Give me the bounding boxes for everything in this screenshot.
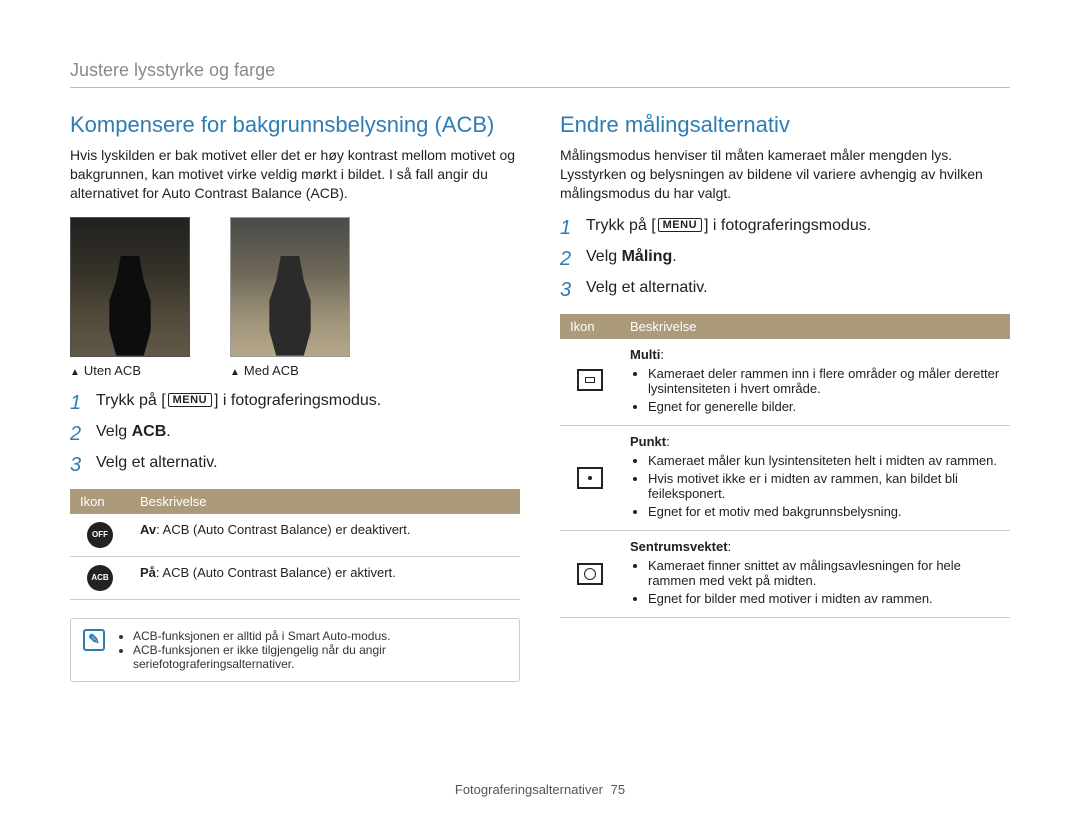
step-text: Velg et alternativ. xyxy=(586,279,708,297)
icon-cell: OFF xyxy=(70,514,130,557)
step-number: 2 xyxy=(560,248,576,271)
step-text: Velg ACB. xyxy=(96,423,171,441)
metering-steps: 1 Trykk på [MENU] i fotograferingsmodus.… xyxy=(560,217,1010,302)
bullet: Kameraet måler kun lysintensiteten helt … xyxy=(648,453,1000,468)
step-number: 1 xyxy=(560,217,576,240)
caption-without-acb: Uten ACB xyxy=(70,363,190,378)
step-text: Velg Måling. xyxy=(586,248,677,266)
icon-cell xyxy=(560,339,620,426)
metering-center-icon xyxy=(577,563,603,585)
metering-options-table: Ikon Beskrivelse Multi: Kameraet deler r… xyxy=(560,314,1010,618)
page: Justere lysstyrke og farge Kompensere fo… xyxy=(0,0,1080,815)
photo-without-acb xyxy=(70,217,190,357)
bullet-list: Kameraet finner snittet av målingsavlesn… xyxy=(630,558,1000,606)
step-text: Trykk på [MENU] i fotograferingsmodus. xyxy=(96,392,381,410)
table-row: Punkt: Kameraet måler kun lysintensitete… xyxy=(560,425,1010,530)
step-number: 2 xyxy=(70,423,86,446)
step-1: 1 Trykk på [MENU] i fotograferingsmodus. xyxy=(560,217,1010,240)
metering-multi-icon xyxy=(577,369,603,391)
note-item: ACB-funksjonen er alltid på i Smart Auto… xyxy=(133,629,507,643)
step-3: 3 Velg et alternativ. xyxy=(70,454,520,477)
table-row: Sentrumsvektet: Kameraet finner snittet … xyxy=(560,530,1010,617)
left-column: Kompensere for bakgrunnsbelysning (ACB) … xyxy=(70,112,520,682)
photo-without-acb-wrap: Uten ACB xyxy=(70,217,190,378)
bullet: Egnet for bilder med motiver i midten av… xyxy=(648,591,1000,606)
step-number: 1 xyxy=(70,392,86,415)
step-number: 3 xyxy=(560,279,576,302)
header-icon: Ikon xyxy=(70,489,130,514)
acb-heading: Kompensere for bakgrunnsbelysning (ACB) xyxy=(70,112,520,138)
note-item: ACB-funksjonen er ikke tilgjengelig når … xyxy=(133,643,507,671)
metering-paragraph: Målingsmodus henviser til måten kameraet… xyxy=(560,146,1010,203)
bullet: Egnet for et motiv med bakgrunnsbelysnin… xyxy=(648,504,1000,519)
step-text: Velg et alternativ. xyxy=(96,454,218,472)
metering-heading: Endre målingsalternativ xyxy=(560,112,1010,138)
step-2: 2 Velg ACB. xyxy=(70,423,520,446)
bullet-list: Kameraet måler kun lysintensiteten helt … xyxy=(630,453,1000,519)
note-box: ✎ ACB-funksjonen er alltid på i Smart Au… xyxy=(70,618,520,682)
table-row: OFF Av: ACB (Auto Contrast Balance) er d… xyxy=(70,514,520,557)
right-column: Endre målingsalternativ Målingsmodus hen… xyxy=(560,112,1010,682)
header-desc: Beskrivelse xyxy=(130,489,520,514)
header-icon: Ikon xyxy=(560,314,620,339)
step-3: 3 Velg et alternativ. xyxy=(560,279,1010,302)
bullet: Kameraet finner snittet av målingsavlesn… xyxy=(648,558,1000,588)
step-number: 3 xyxy=(70,454,86,477)
caption-text: Med ACB xyxy=(244,363,299,378)
note-icon: ✎ xyxy=(83,629,105,651)
metering-spot-icon xyxy=(577,467,603,489)
acb-options-table: Ikon Beskrivelse OFF Av: ACB (Auto Contr… xyxy=(70,489,520,600)
step-1: 1 Trykk på [MENU] i fotograferingsmodus. xyxy=(70,392,520,415)
desc-cell: Punkt: Kameraet måler kun lysintensitete… xyxy=(620,425,1010,530)
menu-icon: MENU xyxy=(658,218,702,232)
page-number: 75 xyxy=(611,782,625,797)
footer-section: Fotograferingsalternativer xyxy=(455,782,603,797)
note-list: ACB-funksjonen er alltid på i Smart Auto… xyxy=(117,629,507,671)
photo-comparison: Uten ACB Med ACB xyxy=(70,217,520,378)
bullet: Egnet for generelle bilder. xyxy=(648,399,1000,414)
table-row: ACB På: ACB (Auto Contrast Balance) er a… xyxy=(70,556,520,599)
photo-with-acb-wrap: Med ACB xyxy=(230,217,350,378)
acb-on-icon: ACB xyxy=(87,565,113,591)
step-2: 2 Velg Måling. xyxy=(560,248,1010,271)
icon-cell xyxy=(560,530,620,617)
table-header-row: Ikon Beskrivelse xyxy=(560,314,1010,339)
menu-icon: MENU xyxy=(168,393,212,407)
desc-cell: På: ACB (Auto Contrast Balance) er aktiv… xyxy=(130,556,520,599)
breadcrumb: Justere lysstyrke og farge xyxy=(70,60,1010,81)
desc-cell: Sentrumsvektet: Kameraet finner snittet … xyxy=(620,530,1010,617)
page-footer: Fotograferingsalternativer 75 xyxy=(0,782,1080,797)
header-desc: Beskrivelse xyxy=(620,314,1010,339)
desc-cell: Multi: Kameraet deler rammen inn i flere… xyxy=(620,339,1010,426)
bullet: Kameraet deler rammen inn i flere område… xyxy=(648,366,1000,396)
table-row: Multi: Kameraet deler rammen inn i flere… xyxy=(560,339,1010,426)
caption-with-acb: Med ACB xyxy=(230,363,350,378)
photo-with-acb xyxy=(230,217,350,357)
step-text: Trykk på [MENU] i fotograferingsmodus. xyxy=(586,217,871,235)
acb-paragraph: Hvis lyskilden er bak motivet eller det … xyxy=(70,146,520,203)
acb-off-icon: OFF xyxy=(87,522,113,548)
icon-cell xyxy=(560,425,620,530)
acb-steps: 1 Trykk på [MENU] i fotograferingsmodus.… xyxy=(70,392,520,477)
caption-text: Uten ACB xyxy=(84,363,141,378)
bullet: Hvis motivet ikke er i midten av rammen,… xyxy=(648,471,1000,501)
triangle-icon xyxy=(230,363,240,378)
icon-cell: ACB xyxy=(70,556,130,599)
divider xyxy=(70,87,1010,88)
triangle-icon xyxy=(70,363,80,378)
table-header-row: Ikon Beskrivelse xyxy=(70,489,520,514)
desc-cell: Av: ACB (Auto Contrast Balance) er deakt… xyxy=(130,514,520,557)
bullet-list: Kameraet deler rammen inn i flere område… xyxy=(630,366,1000,414)
two-column-layout: Kompensere for bakgrunnsbelysning (ACB) … xyxy=(70,112,1010,682)
